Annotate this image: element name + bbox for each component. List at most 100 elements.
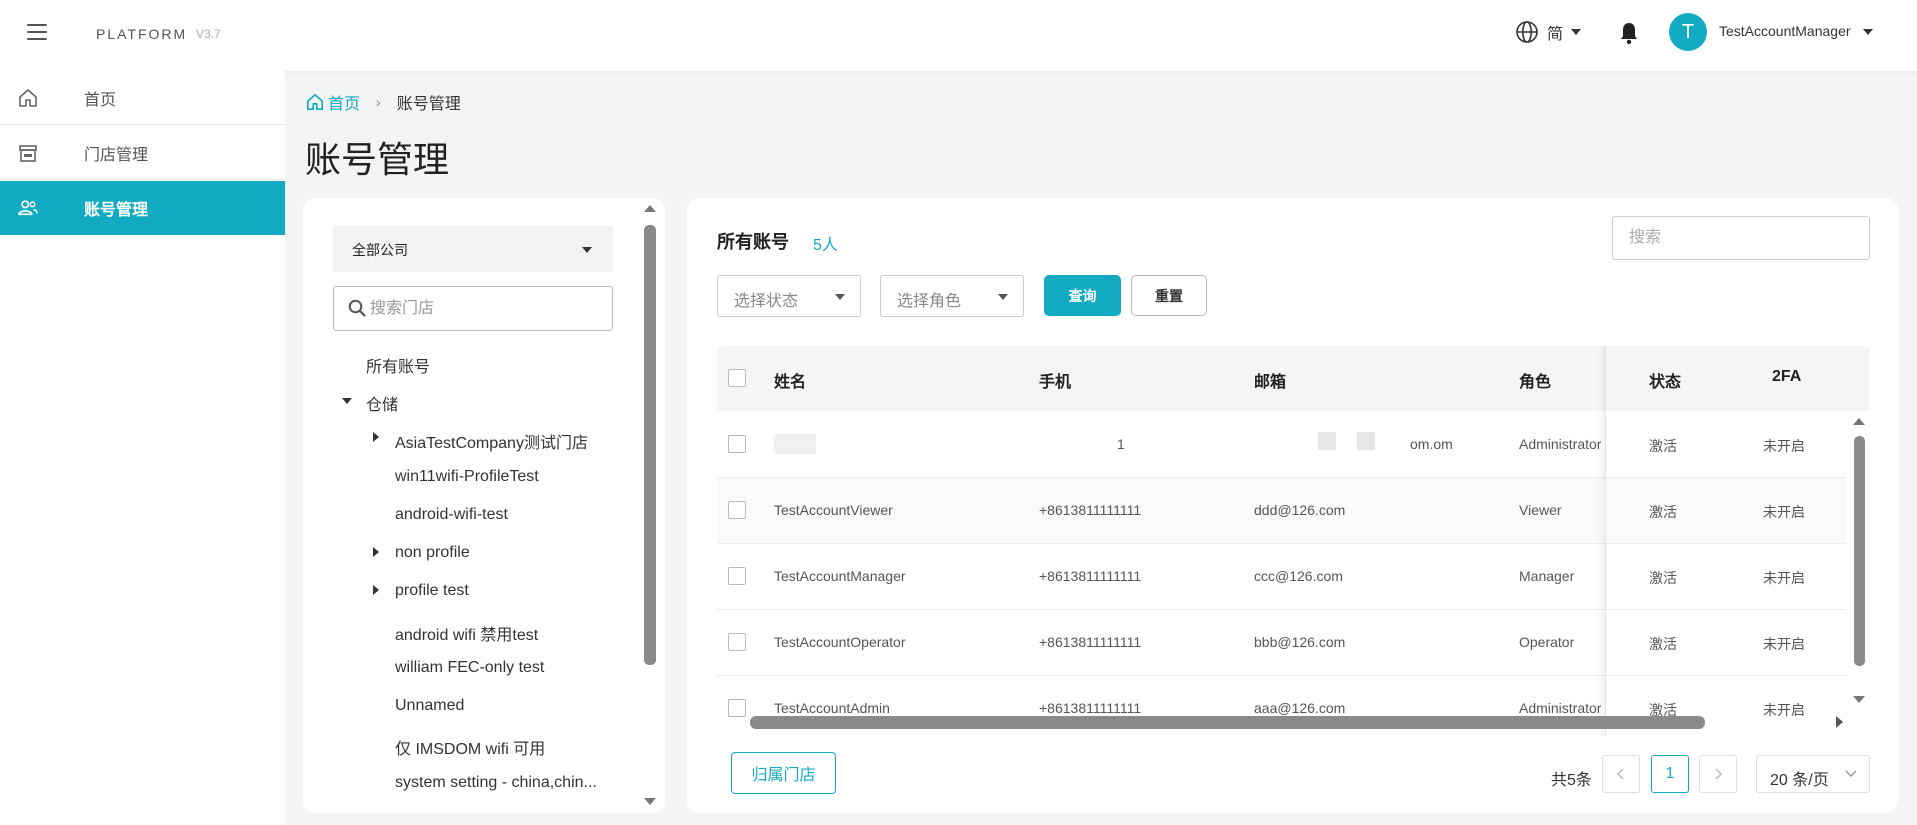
username-label[interactable]: TestAccountManager [1719,23,1851,39]
scroll-up-icon[interactable] [644,205,656,212]
sidebar: 首页 门店管理 账号管理 [0,71,285,825]
tree-node[interactable]: system setting - china,chin... [395,774,597,798]
breadcrumb: 首页 › 账号管理 [306,90,461,114]
column-header-2fa[interactable]: 2FA [1772,368,1801,386]
column-header-status[interactable]: 状态 [1649,368,1681,392]
table-row[interactable]: 1 om.om Administrator 激活 未开启 [717,412,1846,478]
column-header-email[interactable]: 邮箱 [1254,368,1286,392]
table-scroll-down-icon[interactable] [1853,696,1865,703]
tree-node-label: william FEC-only test [395,659,545,676]
cell-email: ddd@126.com [1254,502,1346,518]
query-button[interactable]: 查询 [1044,275,1121,316]
caret-down-icon[interactable] [342,398,352,404]
scroll-down-icon[interactable] [644,798,656,805]
caret-right-icon[interactable] [373,432,379,442]
cell-status: 激活 [1649,504,1677,520]
table-scroll-right-icon[interactable] [1836,716,1843,728]
page-number-button[interactable]: 1 [1651,755,1689,793]
table-row[interactable]: TestAccountManager +8613811111111 ccc@12… [717,544,1846,610]
sidebar-item-accounts[interactable]: 账号管理 [0,181,285,235]
chevron-left-icon [1616,768,1624,780]
page-title: 账号管理 [305,139,450,180]
tree-node[interactable]: android wifi 禁用test [395,621,538,645]
company-select-value: 全部公司 [352,242,408,258]
cell-name: TestAccountOperator [774,634,906,650]
tree-node-label: android wifi 禁用test [395,627,539,644]
row-checkbox[interactable] [728,501,746,519]
sidebar-item-stores[interactable]: 门店管理 [0,126,285,180]
tree-node[interactable]: profile test [395,582,469,606]
tree-node[interactable]: 仅 IMSDOM wifi 可用 [395,735,545,759]
status-select-placeholder: 选择状态 [734,293,799,310]
tree-node[interactable]: 仓储 [366,391,398,415]
tree-node[interactable]: win11wifi-ProfileTest [395,468,539,492]
cell-phone: 1 [1117,436,1125,452]
version-label: V3.7 [196,27,221,41]
row-checkbox[interactable] [728,567,746,585]
column-header-phone[interactable]: 手机 [1039,368,1071,392]
store-search-input[interactable] [370,295,600,323]
row-checkbox[interactable] [728,699,746,717]
caret-right-icon[interactable] [373,547,379,557]
chevron-down-icon [835,294,845,300]
chevron-down-icon [998,294,1008,300]
store-search-field[interactable] [333,286,613,331]
role-select-placeholder: 选择角色 [897,293,962,310]
cell-role: Viewer [1519,502,1562,518]
reset-button[interactable]: 重置 [1131,275,1207,316]
assign-store-button[interactable]: 归属门店 [731,752,836,794]
globe-icon [1516,21,1538,43]
tree-node-label: AsiaTestCompany测试门店 [395,435,588,452]
table-scroll-up-icon[interactable] [1853,418,1865,425]
tree-node[interactable]: android-wifi-test [395,506,508,530]
tree-node-label: non profile [395,544,470,561]
column-header-name[interactable]: 姓名 [774,368,806,392]
user-menu-chevron-icon[interactable] [1863,29,1873,35]
breadcrumb-home-link[interactable]: 首页 [306,90,360,114]
cell-role: Manager [1519,568,1575,584]
tree-node[interactable]: william FEC-only test [395,659,544,683]
cell-phone: +8613811111111 [1039,568,1142,584]
avatar[interactable]: T [1669,13,1707,51]
cell-phone: +8613811111111 [1039,634,1142,650]
cell-email: om.om [1410,436,1453,452]
row-checkbox[interactable] [728,633,746,651]
cell-phone: +8613811111111 [1039,700,1142,716]
column-header-role[interactable]: 角色 [1519,368,1551,392]
table-vscroll-thumb[interactable] [1854,436,1865,666]
masked-email-part [1318,432,1336,450]
tree-node[interactable]: AsiaTestCompany测试门店 [395,429,588,453]
tree-node[interactable]: non profile [395,544,470,568]
chevron-down-icon [1845,770,1857,778]
hamburger-menu-icon[interactable] [27,24,47,40]
sidebar-item-home[interactable]: 首页 [0,71,285,125]
account-search-input[interactable] [1613,217,1869,259]
next-page-button[interactable] [1699,755,1737,793]
chevron-right-icon [1715,768,1723,780]
table-hscroll-thumb[interactable] [750,716,1705,729]
company-select[interactable]: 全部公司 [333,226,613,272]
tree-scrollbar-thumb[interactable] [644,225,656,665]
section-title: 所有账号 [717,232,789,252]
language-switcher[interactable]: 简 [1515,20,1582,44]
account-search-field[interactable] [1612,216,1870,260]
cell-status: 激活 [1649,636,1677,652]
tree-scrollbar[interactable] [643,198,657,813]
tree-node[interactable]: 所有账号 [366,353,430,377]
select-all-checkbox[interactable] [728,369,746,387]
page-size-select[interactable]: 20 条/页 [1756,755,1870,793]
store-tree-panel: 全部公司 所有账号 仓储 AsiaTestCompany测试门店 win11wi… [303,198,665,813]
prev-page-button[interactable] [1602,755,1640,793]
accounts-table: 姓名 手机 邮箱 角色 状态 2FA 1 om.om Administrator… [717,346,1870,736]
home-icon [19,89,37,107]
bell-icon[interactable] [1619,21,1639,45]
caret-right-icon[interactable] [373,585,379,595]
brand-name: PLATFORM [96,26,188,42]
breadcrumb-home-label: 首页 [328,96,361,113]
table-row[interactable]: TestAccountViewer +8613811111111 ddd@126… [717,478,1846,544]
row-checkbox[interactable] [728,435,746,453]
status-select[interactable]: 选择状态 [717,275,861,317]
tree-node[interactable]: Unnamed [395,697,464,721]
role-select[interactable]: 选择角色 [880,275,1024,317]
table-row[interactable]: TestAccountOperator +8613811111111 bbb@1… [717,610,1846,676]
